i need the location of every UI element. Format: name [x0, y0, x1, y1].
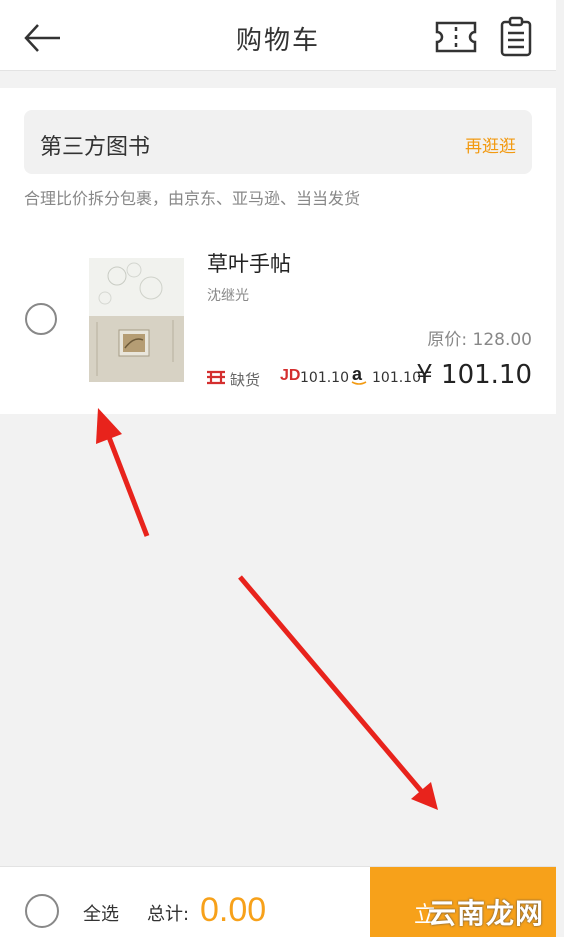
original-price: 原价: 128.00	[427, 330, 532, 350]
book-cover-image[interactable]	[89, 258, 184, 382]
select-all-checkbox[interactable]	[25, 894, 59, 928]
ticket-icon	[435, 21, 477, 53]
dangdang-logo-icon	[207, 370, 225, 385]
item-checkbox[interactable]	[25, 303, 57, 335]
total-label: 总计:	[147, 904, 190, 925]
jd-logo: JD	[280, 367, 301, 384]
top-nav-bar: 购物车	[0, 0, 556, 71]
select-all-label[interactable]: 全选	[83, 900, 119, 926]
total-value: 0.00	[200, 891, 267, 929]
dangdang-stock-status: 缺货	[230, 371, 261, 389]
shop-header: 第三方图书 再逛逛	[24, 110, 532, 174]
jd-price: 101.10	[300, 370, 349, 386]
watermark: 云南龙网	[428, 897, 545, 930]
annotation-arrow-up	[96, 408, 150, 537]
book-title[interactable]: 草叶手帖	[207, 248, 291, 278]
shop-note: 合理比价拆分包裹，由京东、亚马逊、当当发货	[24, 189, 361, 208]
book-author: 沈继光	[207, 288, 249, 304]
shop-title: 第三方图书	[40, 135, 151, 160]
clipboard-icon	[500, 16, 532, 57]
amazon-smile-icon	[351, 381, 367, 385]
continue-shopping-link[interactable]: 再逛逛	[465, 132, 516, 157]
annotation-arrow-down	[238, 575, 438, 810]
shop-card: 第三方图书 再逛逛 合理比价拆分包裹，由京东、亚马逊、当当发货 草叶手帖 沈继光…	[0, 88, 556, 414]
amazon-price: 101.10	[372, 370, 421, 386]
coupon-button[interactable]	[434, 18, 478, 56]
order-list-button[interactable]	[498, 16, 534, 58]
sale-price: ¥ 101.10	[416, 360, 532, 390]
